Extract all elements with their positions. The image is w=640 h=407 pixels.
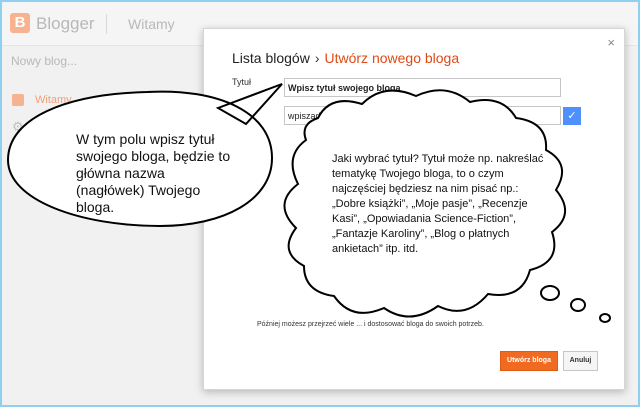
thought-dot-large	[540, 285, 560, 301]
thought-dot-small	[599, 313, 611, 323]
oval-callout-text: W tym polu wpisz tytuł swojego bloga, bę…	[76, 131, 231, 215]
thought-dot-medium	[570, 298, 586, 312]
cloud-callout-text: Jaki wybrać tytuł? Tytuł może np. nakreś…	[332, 153, 544, 255]
